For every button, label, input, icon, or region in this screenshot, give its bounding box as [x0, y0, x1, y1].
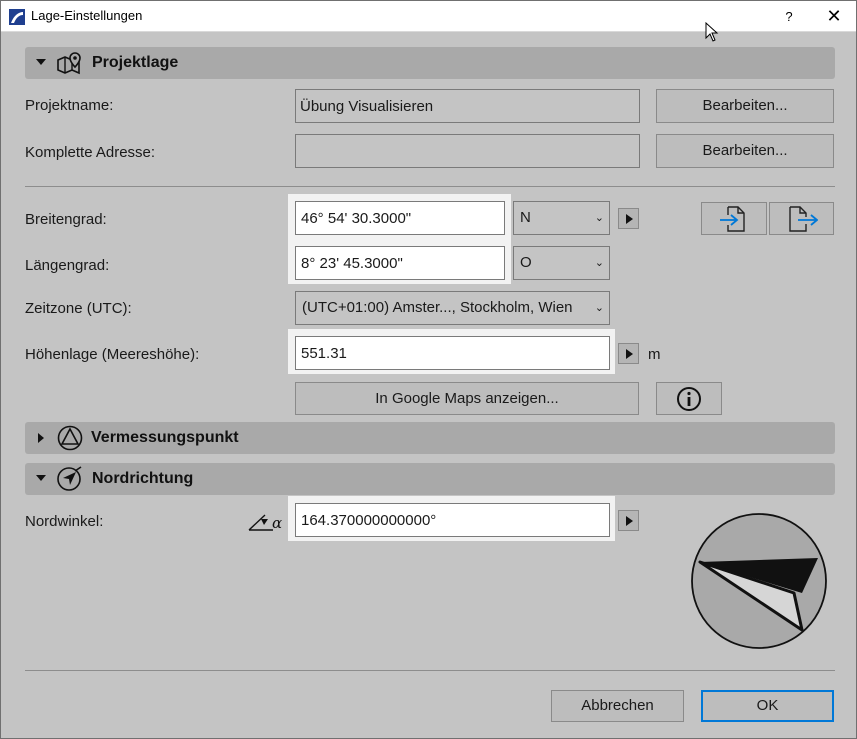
dialog-window: Lage-Einstellungen ? ✕ Projektlage Proje… [0, 0, 857, 739]
section-title: Projektlage [92, 54, 179, 71]
hoehe-label: Höhenlage (Meereshöhe): [25, 346, 200, 363]
projektname-label: Projektname: [25, 97, 114, 114]
hoehe-input[interactable]: 551.31 [295, 336, 610, 370]
expand-triangle-icon [38, 433, 44, 443]
divider [25, 186, 835, 187]
adresse-field[interactable] [295, 134, 640, 168]
angle-alpha-icon: α [248, 514, 282, 532]
window-title: Lage-Einstellungen [31, 8, 143, 23]
cancel-button[interactable]: Abbrechen [551, 690, 684, 722]
chevron-down-icon: ⌄ [594, 212, 604, 224]
collapse-triangle-icon [36, 475, 46, 481]
hoehe-options-arrow[interactable] [618, 343, 639, 364]
north-direction-preview [691, 513, 827, 649]
ok-button[interactable]: OK [701, 690, 834, 722]
app-logo-icon [9, 9, 25, 25]
google-maps-button[interactable]: In Google Maps anzeigen... [295, 382, 639, 415]
projektname-edit-button[interactable]: Bearbeiten... [656, 89, 834, 123]
collapse-triangle-icon [36, 59, 46, 65]
breitengrad-direction-select[interactable]: N ⌄ [513, 201, 610, 235]
section-vermessungspunkt-header[interactable]: Vermessungspunkt [25, 422, 835, 454]
zeitzone-label: Zeitzone (UTC): [25, 300, 132, 317]
footer-divider [25, 670, 835, 671]
title-bar: Lage-Einstellungen ? ✕ [1, 1, 856, 42]
import-file-icon [720, 206, 745, 232]
chevron-down-icon: ⌄ [594, 257, 604, 269]
nordwinkel-options-arrow[interactable] [618, 510, 639, 531]
chevron-down-icon: ⌄ [594, 302, 604, 314]
info-button[interactable] [656, 382, 722, 415]
laengengrad-label: Längengrad: [25, 257, 110, 274]
projektname-field[interactable]: Übung Visualisieren [295, 89, 640, 123]
adresse-edit-button[interactable]: Bearbeiten... [656, 134, 834, 168]
breitengrad-label: Breitengrad: [25, 211, 107, 228]
help-button[interactable]: ? [767, 1, 811, 32]
map-pin-icon [57, 52, 81, 75]
mouse-cursor-icon [705, 22, 719, 42]
section-title: Nordrichtung [92, 470, 194, 487]
zeitzone-value: (UTC+01:00) Amster..., Stockholm, Wien [302, 299, 573, 316]
nordwinkel-label: Nordwinkel: [25, 513, 104, 530]
laengengrad-input[interactable]: 8° 23' 45.3000" [295, 246, 505, 280]
close-button[interactable]: ✕ [812, 1, 856, 32]
section-title: Vermessungspunkt [91, 429, 239, 446]
export-file-icon [788, 206, 818, 232]
info-icon [677, 387, 701, 411]
breitengrad-input[interactable]: 46° 54' 30.3000" [295, 201, 505, 235]
compass-icon [57, 466, 82, 491]
section-nordrichtung-header[interactable]: Nordrichtung [25, 463, 835, 495]
laengengrad-direction-select[interactable]: O ⌄ [513, 246, 610, 280]
zeitzone-select[interactable]: (UTC+01:00) Amster..., Stockholm, Wien ⌄ [295, 291, 610, 325]
survey-point-icon [57, 425, 83, 451]
export-location-button[interactable] [769, 202, 834, 235]
svg-text:α: α [272, 514, 282, 532]
breitengrad-options-arrow[interactable] [618, 208, 639, 229]
adresse-label: Komplette Adresse: [25, 144, 156, 161]
nordwinkel-input[interactable]: 164.370000000000° [295, 503, 610, 537]
import-location-button[interactable] [701, 202, 767, 235]
breitengrad-direction-value: N [520, 209, 531, 226]
laengengrad-direction-value: O [520, 254, 532, 271]
section-projektlage-header[interactable]: Projektlage [25, 47, 835, 79]
hoehe-unit: m [648, 346, 661, 363]
